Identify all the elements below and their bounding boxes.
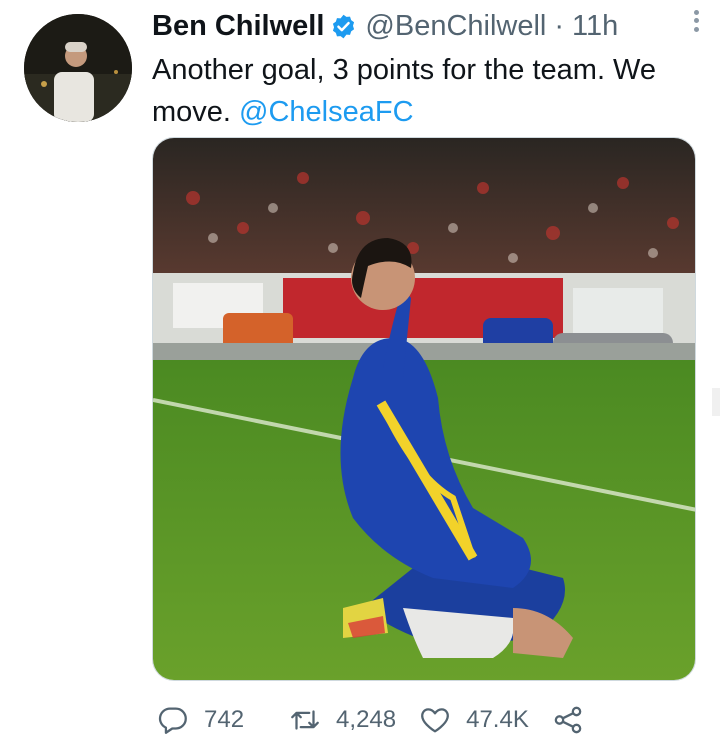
scrollbar[interactable] (712, 388, 720, 416)
reply-button[interactable]: 742 (156, 703, 244, 737)
mention-link[interactable]: @ChelseaFC (239, 96, 414, 128)
reply-icon (156, 703, 190, 737)
tweet-header: Ben Chilwell @BenChilwell · 11h (152, 6, 696, 46)
display-name[interactable]: Ben Chilwell (152, 10, 324, 43)
share-icon (551, 703, 585, 737)
avatar[interactable] (24, 14, 132, 122)
heart-icon (418, 703, 452, 737)
more-dots-icon[interactable] (684, 4, 708, 38)
user-handle[interactable]: @BenChilwell (365, 10, 546, 43)
tweet-actions: 742 4,248 47.4K (152, 700, 585, 740)
verified-badge-icon (330, 13, 357, 40)
retweet-icon (288, 703, 322, 737)
tweet-photo[interactable] (152, 137, 696, 681)
separator-dot: · (554, 9, 565, 42)
tweet-text-fragment: move. (152, 96, 240, 128)
tweet-text-line: move. @ChelseaFC (152, 91, 712, 133)
retweet-count: 4,248 (336, 706, 397, 733)
retweet-button[interactable]: 4,248 (288, 703, 396, 737)
timestamp[interactable]: 11h (572, 10, 618, 43)
share-button[interactable] (551, 703, 585, 737)
tweet-text-line: Another goal, 3 points for the team. We (152, 54, 657, 86)
tweet-text: Another goal, 3 points for the team. We … (152, 49, 712, 133)
tweet-card[interactable]: Ben Chilwell @BenChilwell · 11h Another … (0, 0, 720, 743)
like-button[interactable]: 47.4K (418, 703, 529, 737)
reply-count: 742 (204, 706, 245, 733)
like-count: 47.4K (466, 706, 529, 733)
